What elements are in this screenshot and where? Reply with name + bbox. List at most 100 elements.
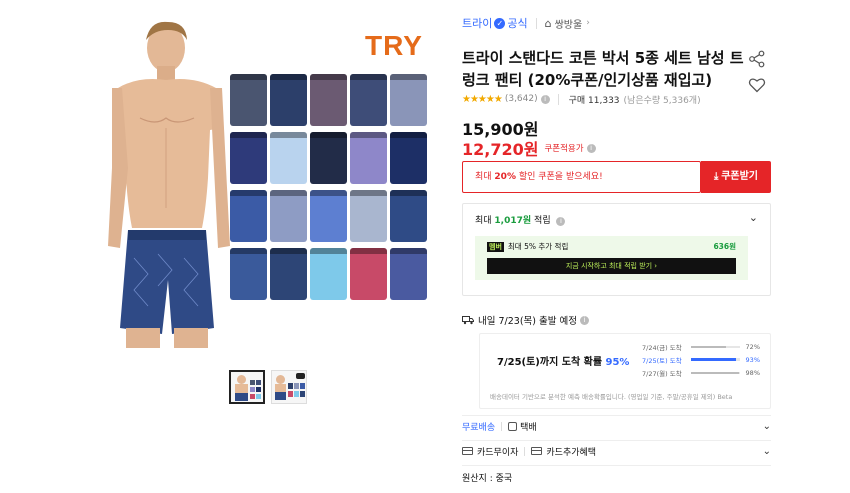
parcel-label: 택배 [520, 422, 537, 433]
sale-price-row: 12,720원 쿠폰적용가 i [462, 136, 596, 160]
product-image-gallery: TRY [90, 12, 435, 357]
divider [501, 421, 503, 431]
boxer-swatch [270, 132, 307, 184]
eta-item-percent: 93% [745, 355, 760, 364]
boxer-swatch [350, 74, 387, 126]
brand-link[interactable]: 트라이 ✓ 공식 [462, 15, 528, 31]
eta-note: 배송데이터 기반으로 분석한 예측 배송확률입니다. (영업일 기준, 주말/공… [490, 393, 733, 401]
chevron-down-icon: ⌄ [762, 445, 771, 457]
rating-row: ★★★★★ (3,642) i 구매 11,333 (남은수량 5,336개) [462, 93, 701, 106]
get-coupon-label: 쿠폰받기 [721, 171, 758, 182]
truck-icon [462, 316, 474, 325]
coupon-text-post: 할인 쿠폰을 받으세요! [515, 172, 603, 182]
card-benefit-label: 카드추가혜택 [546, 447, 597, 458]
membership-box: 멤버 최대 5% 추가 적립 636원 지금 시작하고 최대 적립 받기 › [475, 236, 748, 280]
brand-row: 트라이 ✓ 공식 ⌂ 쌍방울 › [462, 15, 590, 31]
boxer-swatch [390, 74, 427, 126]
info-icon[interactable]: i [556, 217, 566, 226]
eta-probability-fill [690, 358, 737, 361]
card-benefit-row[interactable]: 카드무이자 카드추가혜택 ⌄ [462, 444, 771, 458]
divider [535, 17, 537, 29]
eta-probability-bar [690, 345, 740, 348]
brand-logo: TRY [365, 30, 423, 61]
eta-item-percent: 72% [745, 342, 760, 351]
boxer-swatch [230, 190, 267, 242]
eta-probability-fill [690, 345, 726, 348]
boxer-swatch [350, 132, 387, 184]
boxer-swatch [390, 190, 427, 242]
get-coupon-button[interactable]: ⤓ 쿠폰받기 [701, 161, 771, 193]
divider [462, 465, 771, 466]
reward-amount: 1,017원 [494, 216, 532, 226]
free-shipping-label: 무료배송 [462, 422, 496, 433]
thumbnail-1[interactable] [229, 370, 265, 404]
origin-row: 원산지 : 중국 [462, 470, 771, 484]
store-home-icon: ⌂ [544, 16, 552, 30]
model-image [108, 21, 230, 348]
delivery-eta-box: 7/25(토)까지 도착 확률 95% 7/24(금) 도착 72% 7/25(토)… [479, 333, 771, 409]
boxer-swatch [230, 74, 267, 126]
shipping-option-row[interactable]: 무료배송 택배 ⌄ [462, 419, 771, 433]
membership-line: 멤버 최대 5% 추가 적립 636원 [487, 241, 736, 252]
product-title: 트라이 스탠다드 코튼 박서 5종 세트 남성 트렁크 팬티 (20%쿠폰/인기… [462, 49, 744, 89]
divider [462, 415, 771, 416]
eta-probability-bar [690, 371, 740, 374]
shipping-row: 내일 7/23(목) 출발 예정 i [462, 313, 589, 327]
review-count[interactable]: (3,642) [505, 94, 538, 104]
reward-section: 최대 1,017원 적립 i ⌄ 멤버 최대 5% 추가 적립 636원 지금 … [462, 203, 771, 296]
eta-probability-fill [690, 371, 739, 374]
color-swatch-grid [230, 74, 430, 300]
eta-item-label: 7/27(월) 도착 [642, 369, 682, 378]
eta-probability-bar [690, 358, 740, 361]
divider [557, 93, 559, 105]
divider [524, 446, 526, 456]
thumbnail-2[interactable] [271, 370, 307, 404]
sale-price: 12,720원 [462, 140, 539, 159]
coupon-text-pre: 최대 [475, 172, 495, 182]
thumbnail-strip [229, 370, 307, 404]
departure-text: 내일 7/23(목) 출발 예정 [478, 316, 577, 327]
info-icon[interactable]: i [580, 315, 589, 325]
stock-left: (남은수량 5,336개) [623, 95, 701, 106]
eta-item: 7/24(금) 도착 72% [642, 340, 760, 353]
official-badge: 공식 [507, 17, 528, 30]
store-link[interactable]: 쌍방울 [555, 16, 583, 31]
member-badge: 멤버 [487, 241, 504, 252]
brand-name: 트라이 [462, 17, 493, 30]
boxer-swatch [390, 132, 427, 184]
eta-item: 7/27(월) 도착 98% [642, 366, 760, 379]
boxer-swatch [310, 248, 347, 300]
boxer-swatch [230, 248, 267, 300]
membership-cta-button[interactable]: 지금 시작하고 최대 적립 받기 › [487, 258, 736, 274]
chevron-down-icon[interactable]: ⌄ [749, 211, 758, 224]
card-icon [531, 447, 543, 455]
origin-label: 원산지 : 중국 [462, 473, 513, 484]
info-icon[interactable]: i [586, 143, 596, 153]
card-interest-label: 카드무이자 [477, 447, 519, 458]
share-icon[interactable] [748, 50, 766, 68]
download-icon: ⤓ [713, 171, 719, 182]
eta-text: 7/25(토)까지 도착 확률 [497, 357, 606, 368]
reward-header[interactable]: 최대 1,017원 적립 i [475, 213, 566, 226]
reward-text-pre: 최대 [475, 216, 495, 226]
heart-icon[interactable] [748, 76, 766, 94]
reward-text-post: 적립 [531, 216, 551, 226]
chevron-down-icon: ⌄ [762, 420, 771, 432]
eta-item-percent: 98% [745, 368, 760, 377]
eta-summary: 7/25(토)까지 도착 확률 95% [497, 353, 629, 368]
boxer-swatch [350, 248, 387, 300]
coupon-percent: 20% [494, 172, 516, 182]
eta-item-label: 7/25(토) 도착 [642, 356, 682, 365]
eta-probability-list: 7/24(금) 도착 72% 7/25(토) 도착 93% 7/27(월) 도착 98% [642, 340, 760, 379]
boxer-swatch [270, 248, 307, 300]
verified-check-icon: ✓ [494, 17, 506, 29]
boxer-swatch [390, 248, 427, 300]
info-icon[interactable]: i [540, 94, 550, 104]
chevron-right-icon: › [586, 18, 590, 28]
boxer-swatch [270, 190, 307, 242]
eta-item: 7/25(토) 도착 93% [642, 353, 760, 366]
boxer-swatch [230, 132, 267, 184]
boxer-swatch [310, 74, 347, 126]
boxer-swatch [270, 74, 307, 126]
coupon-applied-label: 쿠폰적용가 [544, 144, 584, 154]
